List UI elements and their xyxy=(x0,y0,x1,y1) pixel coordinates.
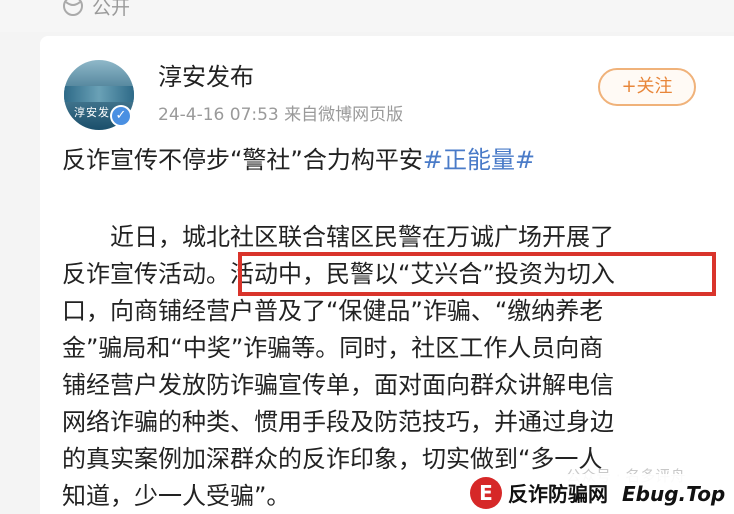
body-line: 近日，城北社区联合辖区民警在万诚广场开展了 xyxy=(62,223,614,251)
visibility-label: 公开 xyxy=(92,0,131,19)
verified-badge-icon: ✓ xyxy=(112,107,130,125)
hashtag-link[interactable]: #正能量# xyxy=(423,146,535,174)
globe-icon xyxy=(63,0,83,16)
avatar-text: 淳安发 xyxy=(74,106,110,119)
body-line: 口，向商铺经营户普及了“保健品”诈骗、“缴纳养老 xyxy=(62,297,604,325)
visibility-bar: 公开 xyxy=(0,0,734,32)
site-name-cn: 反诈防骗网 xyxy=(508,482,608,506)
avatar-water xyxy=(64,86,134,102)
post-headline: 反诈宣传不停步“警社”合力构平安#正能量# xyxy=(62,143,535,177)
body-line: 铺经营户发放防诈骗宣传单，面对面向群众讲解电信 xyxy=(62,371,614,399)
site-name-en: Ebug.Top xyxy=(622,482,726,506)
post-meta: 24-4-16 07:53 来自微博网页版 xyxy=(158,103,403,127)
site-logo-icon: E xyxy=(470,477,502,509)
headline-text: 反诈宣传不停步“警社”合力构平安 xyxy=(62,146,423,174)
body-line: 金”骗局和“中奖”诈骗等。同时，社区工作人员向商 xyxy=(62,334,604,362)
body-line: 知道，少一人受骗”。 xyxy=(62,482,291,510)
author-name[interactable]: 淳安发布 xyxy=(158,62,254,92)
post-timestamp: 24-4-16 07:53 xyxy=(158,105,279,125)
site-logo-letter: E xyxy=(479,481,493,505)
post-source: 来自微博网页版 xyxy=(284,105,404,125)
verified-badge: ✓ xyxy=(110,105,132,127)
follow-button[interactable]: +关注 xyxy=(598,68,696,106)
body-line: 的真实案例加深群众的反诈印象，切实做到“多一人 xyxy=(62,445,603,473)
highlight-box xyxy=(238,252,716,296)
body-line: 网络诈骗的种类、惯用手段及防范技巧，并通过身边 xyxy=(62,408,614,436)
